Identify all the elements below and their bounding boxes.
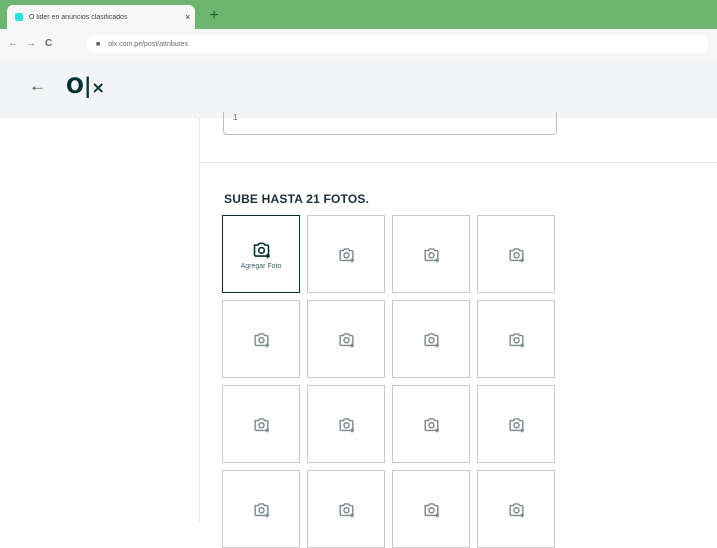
close-tab-icon[interactable]: × [185,12,190,22]
section-divider [200,162,717,163]
browser-tab-strip: O lider en anuncios clasificados × + [0,0,717,29]
browser-back-button[interactable]: ← [8,38,18,49]
photo-slot[interactable] [307,470,385,548]
photo-slot[interactable] [307,385,385,463]
new-tab-button[interactable]: + [205,7,223,25]
photo-slot[interactable] [222,385,300,463]
photo-slot[interactable] [477,300,555,378]
add-photo-camera-icon [252,500,271,519]
photo-slot[interactable] [307,300,385,378]
photo-slot[interactable] [392,470,470,548]
add-photo-camera-icon [422,245,441,264]
photo-slot[interactable] [477,385,555,463]
photo-slot[interactable] [392,385,470,463]
photo-slot[interactable] [307,215,385,293]
reload-button[interactable]: C [45,38,52,49]
photo-slot[interactable] [392,300,470,378]
address-bar[interactable]: ■ olx.com.pe/post/attributes [86,35,708,53]
previous-field-input[interactable]: 1 [223,112,557,135]
add-photo-camera-icon [251,239,272,260]
add-photo-camera-icon [337,245,356,264]
browser-forward-button[interactable]: → [26,38,36,49]
browser-toolbar: ← → C ■ olx.com.pe/post/attributes [0,29,717,61]
tab-title: O lider en anuncios clasificados [29,13,128,21]
photo-slot[interactable] [222,470,300,548]
url-text: olx.com.pe/post/attributes [108,40,188,48]
photo-slot[interactable] [477,215,555,293]
olx-favicon-icon [15,13,23,21]
site-header: ← O|× [0,60,717,118]
add-photo-camera-icon [507,245,526,264]
add-photo-camera-icon [337,330,356,349]
add-photo-button[interactable]: Agregar Foto [222,215,300,293]
add-photo-camera-icon [337,500,356,519]
photo-upload-grid: Agregar Foto [222,215,555,548]
photo-slot[interactable] [222,300,300,378]
add-photo-label: Agregar Foto [240,262,282,270]
back-arrow-icon[interactable]: ← [29,76,46,96]
photos-section-title: SUBE HASTA 21 FOTOS. [224,192,370,206]
add-photo-camera-icon [507,415,526,434]
add-photo-camera-icon [252,415,271,434]
olx-logo[interactable]: O|× [66,74,105,98]
lock-icon: ■ [96,40,101,48]
add-photo-camera-icon [422,330,441,349]
add-photo-camera-icon [252,330,271,349]
post-form: 1 SUBE HASTA 21 FOTOS. Agregar Foto [199,112,717,548]
browser-tab[interactable]: O lider en anuncios clasificados × [7,5,195,29]
add-photo-camera-icon [507,500,526,519]
add-photo-camera-icon [422,415,441,434]
add-photo-camera-icon [507,330,526,349]
photo-slot[interactable] [392,215,470,293]
add-photo-camera-icon [337,415,356,434]
photo-slot[interactable] [477,470,555,548]
add-photo-camera-icon [422,500,441,519]
